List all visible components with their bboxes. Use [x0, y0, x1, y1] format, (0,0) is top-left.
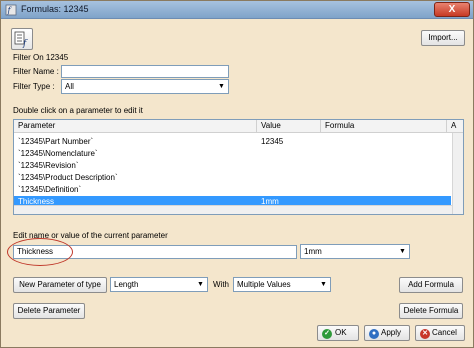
- parameter-cell: `12345\Product Description`: [18, 173, 118, 182]
- close-button[interactable]: X: [434, 2, 470, 17]
- column-header-parameter[interactable]: Parameter: [14, 120, 257, 133]
- cancel-button[interactable]: ✕ Cancel: [415, 325, 465, 341]
- window-title: Formulas: 12345: [21, 4, 89, 14]
- parameter-value: 1mm: [304, 247, 322, 256]
- filter-type-select[interactable]: All ▼: [61, 79, 229, 94]
- cancel-label: Cancel: [432, 328, 457, 337]
- filter-name-input[interactable]: [61, 65, 229, 78]
- table-header: Parameter Value Formula A: [14, 120, 463, 133]
- formulas-dialog: f Formulas: 12345 X f Import... Filter O…: [0, 0, 474, 348]
- formula-tool-icon: f: [14, 31, 28, 49]
- formula-app-icon: f: [5, 4, 17, 16]
- table-row[interactable]: `12345\Nomenclature`: [14, 148, 451, 160]
- table-caption: Double click on a parameter to edit it: [13, 106, 143, 115]
- formula-tool-button[interactable]: f: [11, 28, 33, 50]
- table-row[interactable]: `12345\Product Description`: [14, 172, 451, 184]
- chevron-down-icon: ▼: [399, 248, 406, 255]
- parameter-value-select[interactable]: 1mm ▼: [300, 244, 410, 259]
- filter-type-value: All: [65, 82, 74, 91]
- column-header-formula[interactable]: Formula: [321, 120, 447, 133]
- apply-button[interactable]: ● Apply: [364, 325, 410, 341]
- filter-name-label: Filter Name :: [13, 67, 59, 76]
- apply-label: Apply: [381, 328, 402, 337]
- filter-heading: Filter On 12345: [13, 53, 69, 62]
- delete-parameter-button[interactable]: Delete Parameter: [13, 303, 85, 319]
- highlight-circle: [7, 238, 73, 266]
- with-values-select[interactable]: Multiple Values ▼: [233, 277, 331, 292]
- parameter-cell: `12345\Definition`: [18, 185, 82, 194]
- apply-icon: ●: [369, 329, 379, 339]
- parameter-cell: `12345\Nomenclature`: [18, 149, 98, 158]
- chevron-down-icon: ▼: [218, 83, 225, 90]
- column-header-active[interactable]: A: [447, 120, 463, 133]
- chevron-down-icon: ▼: [320, 281, 327, 288]
- filter-type-label: Filter Type :: [13, 82, 55, 91]
- check-icon: ✓: [322, 329, 332, 339]
- import-button[interactable]: Import...: [421, 30, 465, 46]
- with-label: With: [213, 280, 229, 289]
- ok-label: OK: [335, 328, 347, 337]
- parameter-cell: `12345\Revision`: [18, 161, 79, 170]
- title-bar[interactable]: f Formulas: 12345 X: [1, 1, 473, 19]
- table-row[interactable]: `12345\Part Number` 12345: [14, 136, 451, 148]
- column-header-value[interactable]: Value: [257, 120, 321, 133]
- parameter-cell: `12345\Part Number`: [18, 137, 94, 146]
- with-values-value: Multiple Values: [237, 280, 291, 289]
- value-cell: 12345: [261, 137, 284, 146]
- table-row[interactable]: `12345\Revision`: [14, 160, 451, 172]
- vertical-scrollbar[interactable]: [452, 133, 463, 214]
- horizontal-scrollbar[interactable]: [14, 205, 452, 214]
- parameters-table[interactable]: Parameter Value Formula A `12345\Part Nu…: [13, 119, 464, 215]
- add-formula-button[interactable]: Add Formula: [399, 277, 463, 293]
- cancel-icon: ✕: [420, 329, 430, 339]
- ok-button[interactable]: ✓ OK: [317, 325, 359, 341]
- svg-text:f: f: [22, 39, 28, 49]
- parameter-type-select[interactable]: Length ▼: [110, 277, 208, 292]
- table-row[interactable]: `12345\Definition`: [14, 184, 451, 196]
- delete-formula-button[interactable]: Delete Formula: [399, 303, 463, 319]
- new-parameter-button[interactable]: New Parameter of type: [13, 277, 107, 293]
- parameter-type-value: Length: [114, 280, 139, 289]
- close-icon: X: [448, 4, 456, 15]
- chevron-down-icon: ▼: [197, 281, 204, 288]
